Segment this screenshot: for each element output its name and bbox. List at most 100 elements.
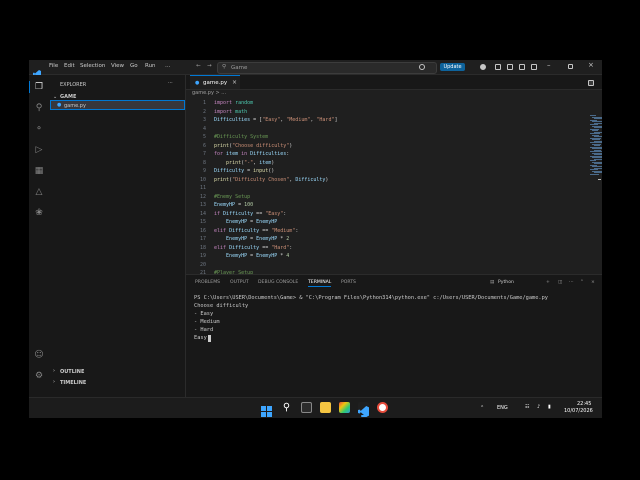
code-line[interactable]: 2 import math xyxy=(186,108,566,117)
tab-output[interactable]: OUTPUT xyxy=(230,280,249,285)
tab-game-py[interactable]: ● game.py × xyxy=(190,75,240,89)
terminal[interactable]: PS C:\Users\USER\Documents\Game> & "C:\P… xyxy=(186,292,602,400)
timeline-section[interactable]: TIMELINE xyxy=(60,380,86,386)
microsoft-store-icon[interactable] xyxy=(339,402,350,413)
clock-time[interactable]: 22:45 xyxy=(577,401,591,407)
python-file-icon: ● xyxy=(57,102,62,108)
code-line[interactable]: 1 import random xyxy=(186,99,566,108)
new-terminal-icon[interactable]: + xyxy=(546,280,550,285)
line-number: 6 xyxy=(202,142,206,149)
clock-date[interactable]: 10/07/2026 xyxy=(564,408,593,414)
extensions-icon[interactable]: ▦ xyxy=(34,166,44,176)
file-item-game-py[interactable]: ● game.py xyxy=(50,100,185,110)
code-line[interactable]: 12 #Enemy Setup xyxy=(186,193,566,202)
tab-ports[interactable]: PORTS xyxy=(341,280,356,285)
close-icon[interactable]: × xyxy=(588,61,594,69)
menu-view[interactable]: View xyxy=(111,63,124,69)
chevron-up-icon[interactable]: ⌃ xyxy=(480,405,484,411)
maximize-icon[interactable] xyxy=(568,64,573,69)
code-line[interactable]: 19 EnemyHP = EnemyHP * 4 xyxy=(186,252,566,261)
title-bar: File Edit Selection View Go Run … ← → ⚲ … xyxy=(29,60,602,78)
minimize-icon[interactable]: – xyxy=(547,61,551,69)
chrome-icon[interactable] xyxy=(377,402,388,413)
testing-icon[interactable]: △ xyxy=(34,187,44,197)
windows-start-icon[interactable] xyxy=(261,402,272,417)
taskbar-language[interactable]: ENG xyxy=(497,405,508,411)
code-line[interactable]: 17 EnemyHP = EnemyHP * 2 xyxy=(186,235,566,244)
menu-go[interactable]: Go xyxy=(130,63,138,69)
toggle-sidebar-icon[interactable] xyxy=(495,64,501,70)
windows-taskbar: ⚲ ⌃ ENG ☷ ♪ ▮ 22:45 10/07/2026 xyxy=(29,397,602,418)
code-line[interactable]: 20 xyxy=(186,261,566,270)
code-line[interactable]: 4 xyxy=(186,125,566,134)
accounts-icon[interactable] xyxy=(480,64,486,70)
back-arrow-icon[interactable]: ← xyxy=(196,63,201,69)
file-explorer-icon[interactable] xyxy=(320,402,331,413)
menu-selection[interactable]: Selection xyxy=(80,63,105,69)
volume-icon[interactable]: ♪ xyxy=(537,404,540,410)
code-line[interactable]: 16 elif Difficulty == "Medium": xyxy=(186,227,566,236)
code-text: EnemyHP = 100 xyxy=(214,202,254,208)
wifi-icon[interactable]: ☷ xyxy=(525,404,529,410)
source-control-icon[interactable]: ⚬ xyxy=(34,124,44,134)
code-text: Difficulties = ["Easy", "Medium", "Hard"… xyxy=(214,117,338,123)
run-file-icon[interactable] xyxy=(588,80,594,86)
code-line[interactable]: 8 print("-", item) xyxy=(186,159,566,168)
code-text: print("Choose difficulty") xyxy=(214,142,293,149)
code-line[interactable]: 14 if Difficulty == "Easy": xyxy=(186,210,566,219)
chevron-right-icon[interactable]: › xyxy=(53,379,55,385)
code-line[interactable]: 5 #Difficulty System xyxy=(186,133,566,142)
code-line[interactable]: 7 for item in Difficulties: xyxy=(186,150,566,159)
minimap[interactable] xyxy=(590,115,602,175)
task-view-icon[interactable] xyxy=(301,402,312,413)
toggle-secondary-sidebar-icon[interactable] xyxy=(519,64,525,70)
code-line[interactable]: 10 print("Difficulty Chosen", Difficulty) xyxy=(186,176,566,185)
menu-run[interactable]: Run xyxy=(145,63,156,69)
battery-icon[interactable]: ▮ xyxy=(548,404,551,410)
breadcrumb[interactable]: game.py > ... xyxy=(192,90,226,96)
customize-layout-icon[interactable] xyxy=(531,64,537,70)
code-editor[interactable]: 1 import random 2 import math 3 Difficulties … xyxy=(186,99,586,276)
terminal-more-icon[interactable]: ⋯ xyxy=(569,280,574,285)
code-line[interactable]: 11 xyxy=(186,184,566,193)
vscode-window: File Edit Selection View Go Run … ← → ⚲ … xyxy=(29,60,602,417)
settings-gear-icon[interactable]: ⚙ xyxy=(34,371,44,381)
terminal-line: - Medium xyxy=(194,319,220,325)
explorer-icon[interactable]: ❐ xyxy=(34,82,44,92)
menu-more[interactable]: … xyxy=(165,63,171,69)
update-button[interactable]: Update xyxy=(440,63,465,71)
chevron-right-icon[interactable]: › xyxy=(53,368,55,374)
outline-section[interactable]: OUTLINE xyxy=(60,369,84,375)
code-line[interactable]: 15 EnemyHP = EnemyHP xyxy=(186,218,566,227)
code-line[interactable]: 6 print("Choose difficulty") xyxy=(186,142,566,151)
terminal-line: Easy xyxy=(194,335,207,341)
maximize-panel-icon[interactable]: ⌃ xyxy=(580,280,584,285)
close-panel-icon[interactable]: × xyxy=(591,280,595,285)
search-icon[interactable]: ⚲ xyxy=(281,402,292,413)
line-number: 5 xyxy=(202,134,206,140)
tab-terminal[interactable]: TERMINAL xyxy=(308,280,332,287)
code-line[interactable]: 9 Difficulty = input() xyxy=(186,167,566,176)
menu-edit[interactable]: Edit xyxy=(64,63,75,69)
forward-arrow-icon[interactable]: → xyxy=(207,63,212,69)
code-text: Difficulty = input() xyxy=(214,168,275,174)
terminal-name[interactable]: Python xyxy=(498,280,514,285)
search-icon[interactable]: ⚲ xyxy=(34,103,44,113)
python-icon[interactable]: ❀ xyxy=(34,208,44,218)
account-icon[interactable]: ☺ xyxy=(34,350,44,360)
run-debug-icon[interactable]: ▷ xyxy=(34,145,44,155)
tab-problems[interactable]: PROBLEMS xyxy=(195,280,220,285)
code-line[interactable]: 18 elif Difficulty == "Hard": xyxy=(186,244,566,253)
tab-debug-console[interactable]: DEBUG CONSOLE xyxy=(258,280,298,285)
command-center-search[interactable]: ⚲ Game xyxy=(217,62,437,74)
close-tab-icon[interactable]: × xyxy=(232,79,237,86)
more-actions-icon[interactable]: ⋯ xyxy=(168,80,173,86)
file-name: game.py xyxy=(64,102,86,109)
split-terminal-icon[interactable]: ◫ xyxy=(558,280,562,285)
vscode-taskbar-icon[interactable] xyxy=(358,402,369,417)
menu-file[interactable]: File xyxy=(49,63,58,69)
toggle-panel-icon[interactable] xyxy=(507,64,513,70)
code-line[interactable]: 13 EnemyHP = 100 xyxy=(186,201,566,210)
copilot-icon[interactable] xyxy=(419,64,425,70)
code-line[interactable]: 3 Difficulties = ["Easy", "Medium", "Hard… xyxy=(186,116,566,125)
